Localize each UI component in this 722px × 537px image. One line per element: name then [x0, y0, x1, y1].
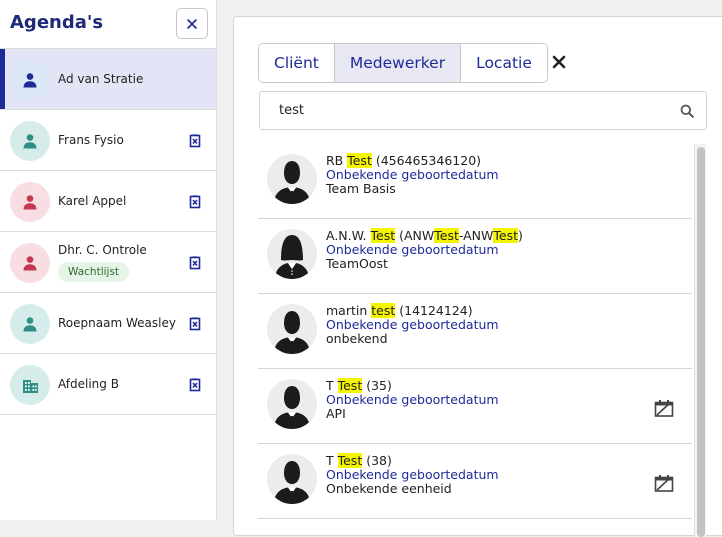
result-name: T Test (35)	[326, 378, 392, 393]
result-team: API	[326, 406, 346, 421]
result-team: Team Basis	[326, 181, 396, 196]
result-birthdate: Onbekende geboortedatum	[326, 317, 499, 332]
remove-agenda-icon[interactable]	[188, 256, 202, 270]
sidebar-item[interactable]: Ad van Stratie	[0, 49, 216, 110]
search-icon[interactable]	[680, 104, 694, 118]
search-panel: Cliënt Medewerker Locatie T Test (38)Onb…	[233, 16, 722, 537]
result-row[interactable]: RB Test (456465346120) Onbekende geboorte…	[258, 144, 692, 219]
result-birthdate: Onbekende geboortedatum	[326, 467, 499, 482]
remove-agenda-icon[interactable]	[188, 134, 202, 148]
results-scrollbar[interactable]	[694, 144, 706, 537]
name-part: T	[326, 453, 338, 468]
name-part: )	[518, 228, 523, 243]
result-row[interactable]: T Test (38) Onbekende geboortedatum Onbeke…	[258, 444, 692, 519]
search-box	[259, 91, 707, 130]
result-name: martin test (14124124)	[326, 303, 473, 318]
sidebar-title: Agenda's	[10, 12, 104, 33]
result-birthdate: Onbekende geboortedatum	[326, 242, 499, 257]
tab-medewerker[interactable]: Medewerker	[334, 44, 462, 82]
name-part: T	[326, 378, 338, 393]
name-part: (ANW	[395, 228, 435, 243]
results-list: T Test (38) Onbekende geboortedatum Onbeke…	[258, 144, 706, 537]
result-row[interactable]: martin test (14124124) Onbekende geboorte…	[258, 294, 692, 369]
name-part: -ANW	[458, 228, 494, 243]
search-highlight: Test	[493, 228, 519, 243]
avatar	[10, 304, 50, 344]
remove-agenda-icon[interactable]	[188, 317, 202, 331]
search-highlight: Test	[370, 228, 396, 243]
result-team: Onbekende eenheid	[326, 481, 452, 496]
avatar	[10, 182, 50, 222]
avatar	[10, 365, 50, 405]
avatar	[10, 60, 50, 100]
sidebar-header: Agenda's	[0, 0, 216, 49]
search-highlight: Test	[337, 453, 363, 468]
agenda-name: Ad van Stratie	[58, 72, 144, 86]
name-part: (14124124)	[395, 303, 473, 318]
agenda-name: Roepnaam Weasley	[58, 316, 176, 330]
sidebar-item[interactable]: Afdeling B	[0, 354, 216, 415]
close-sidebar-button[interactable]	[176, 8, 208, 39]
status-badge: Wachtlijst	[58, 262, 130, 282]
result-team: onbekend	[326, 331, 388, 346]
tab-locatie[interactable]: Locatie	[461, 44, 547, 82]
avatar	[267, 229, 317, 279]
calendar-off-icon[interactable]	[654, 399, 674, 417]
avatar	[267, 454, 317, 504]
agenda-list: Ad van Stratie Frans Fysio Karel Appel Dhr.…	[0, 49, 216, 415]
sidebar-item[interactable]: Karel Appel	[0, 171, 216, 232]
result-team: TeamOost	[326, 256, 388, 271]
avatar	[10, 243, 50, 283]
name-part: A.N.W.	[326, 228, 371, 243]
sidebar-item[interactable]: Roepnaam Weasley	[0, 293, 216, 354]
close-icon	[187, 18, 197, 29]
result-row[interactable]: A.N.W. Test (ANWTest-ANWTest) Onbekende g…	[258, 219, 692, 294]
person-icon	[23, 317, 37, 332]
avatar	[10, 121, 50, 161]
result-row[interactable]: T Test (35) Onbekende geboortedatum API	[258, 369, 692, 444]
sidebar-item[interactable]: Frans Fysio	[0, 110, 216, 171]
agenda-name: Karel Appel	[58, 194, 127, 208]
person-icon	[23, 73, 37, 88]
scrollbar-thumb[interactable]	[697, 147, 705, 537]
result-name: T Test (38)	[326, 453, 392, 468]
avatar	[267, 379, 317, 429]
remove-agenda-icon[interactable]	[188, 195, 202, 209]
type-tabs: Cliënt Medewerker Locatie	[258, 43, 548, 83]
avatar	[267, 154, 317, 204]
name-part: RB	[326, 153, 348, 168]
sidebar-item[interactable]: Dhr. C. Ontrole Wachtlijst	[0, 232, 216, 293]
male-silhouette-icon	[267, 454, 317, 504]
person-icon	[23, 256, 37, 271]
close-icon[interactable]	[552, 55, 566, 69]
name-part: martin	[326, 303, 372, 318]
name-part: (38)	[362, 453, 392, 468]
result-birthdate: Onbekende geboortedatum	[326, 167, 499, 182]
result-name: A.N.W. Test (ANWTest-ANWTest)	[326, 228, 523, 243]
agenda-name: Dhr. C. Ontrole	[58, 243, 147, 257]
result-name: RB Test (456465346120)	[326, 153, 481, 168]
search-highlight: Test	[434, 228, 459, 243]
tab-client[interactable]: Cliënt	[259, 44, 335, 82]
male-silhouette-icon	[267, 154, 317, 204]
name-part: (456465346120)	[371, 153, 482, 168]
search-highlight: Test	[347, 153, 372, 168]
search-highlight: test	[371, 303, 396, 318]
female-silhouette-icon	[267, 229, 317, 279]
calendar-off-icon[interactable]	[654, 474, 674, 492]
agenda-sidebar: Agenda's Ad van Stratie Frans Fysio Karel …	[0, 0, 217, 520]
male-silhouette-icon	[267, 379, 317, 429]
male-silhouette-icon	[267, 304, 317, 354]
avatar	[267, 304, 317, 354]
agenda-name: Frans Fysio	[58, 133, 124, 147]
person-icon	[23, 195, 37, 210]
remove-agenda-icon[interactable]	[188, 378, 202, 392]
building-icon	[22, 380, 38, 393]
search-input[interactable]	[260, 92, 670, 129]
agenda-name: Afdeling B	[58, 377, 119, 391]
search-highlight: Test	[337, 378, 363, 393]
name-part: (35)	[362, 378, 392, 393]
result-birthdate: Onbekende geboortedatum	[326, 392, 499, 407]
person-icon	[23, 134, 37, 149]
